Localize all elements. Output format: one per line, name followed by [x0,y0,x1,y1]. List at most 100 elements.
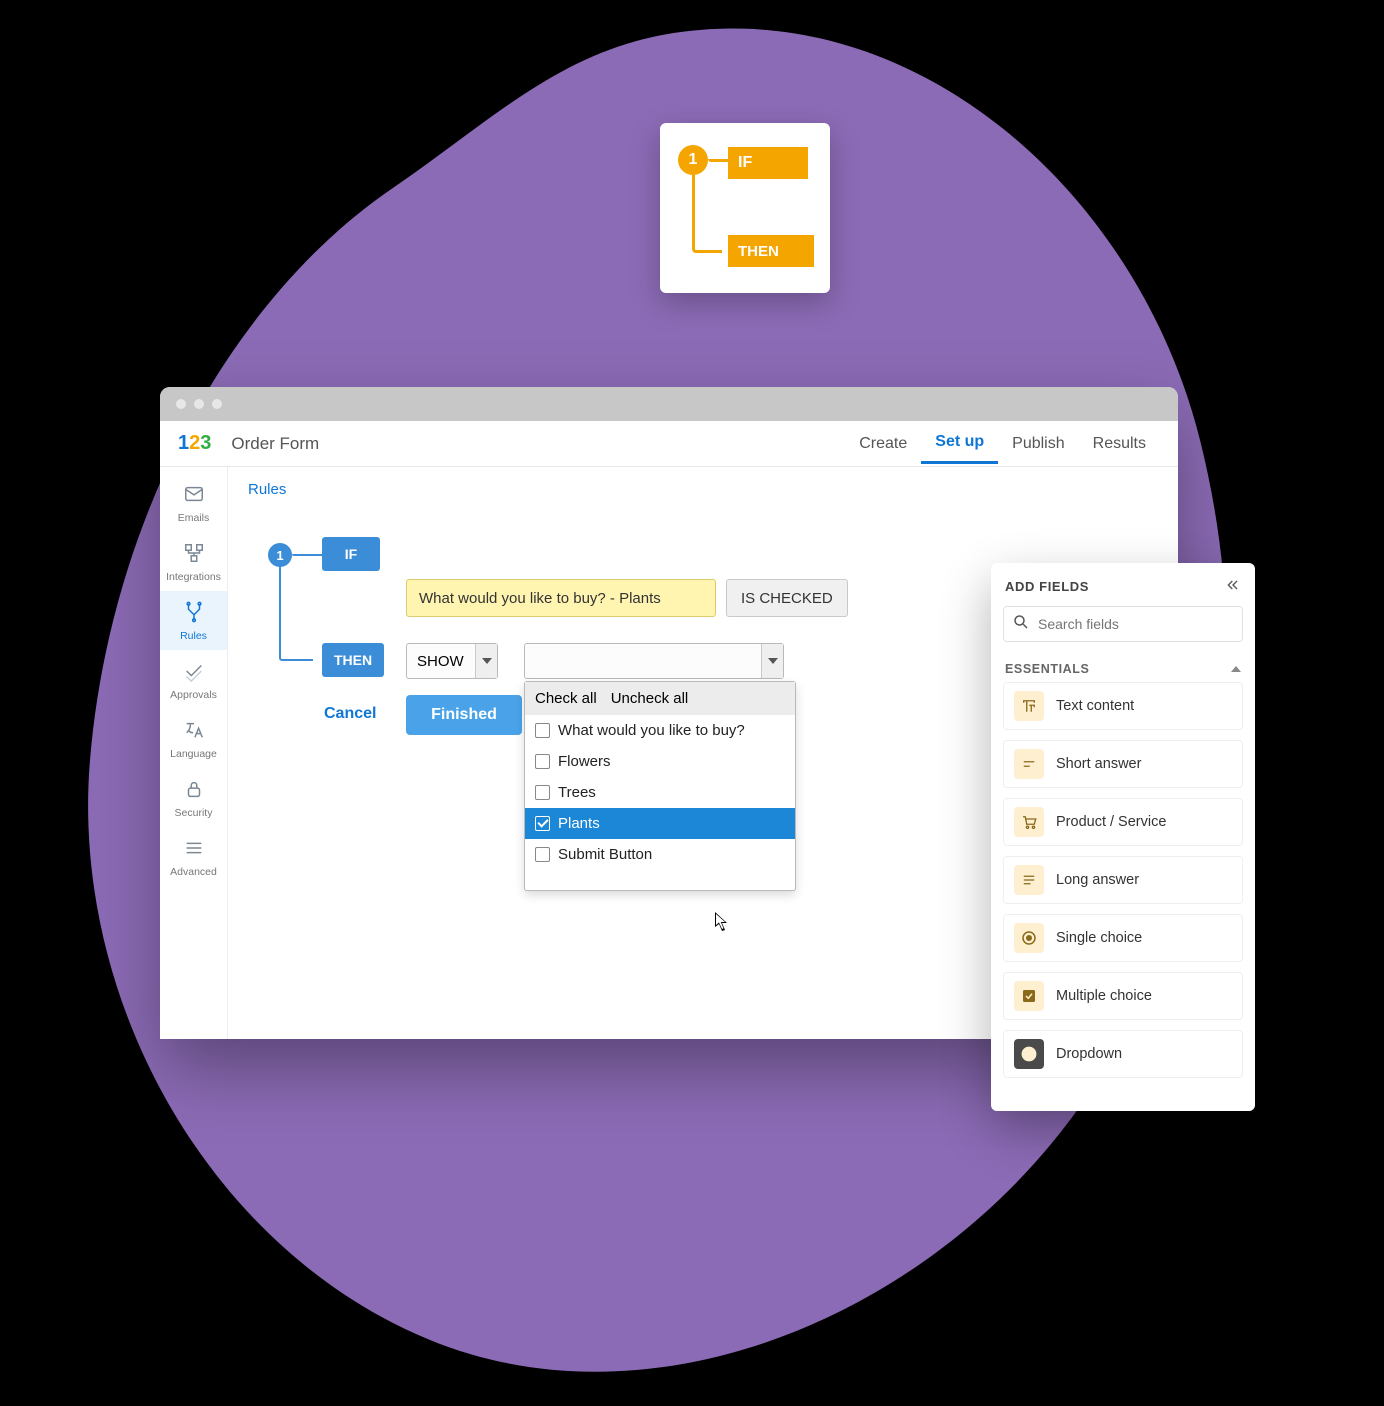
field-dropdown[interactable]: Dropdown [1003,1030,1243,1078]
target-select[interactable] [524,643,784,679]
sidebar-label: Language [170,748,217,760]
menu-icon [183,837,205,862]
checkbox-checked-icon[interactable] [535,816,550,831]
field-label: Dropdown [1056,1046,1122,1062]
sidebar-item-emails[interactable]: Emails [160,473,227,532]
dropdown-item-label: What would you like to buy? [558,722,745,739]
if-chip: IF [322,537,380,571]
checkbox-icon[interactable] [535,723,550,738]
chevron-up-icon[interactable] [1231,666,1241,672]
field-multiple-choice[interactable]: Multiple choice [1003,972,1243,1020]
cursor-icon [715,912,731,937]
field-label: Long answer [1056,872,1139,888]
sidebar-item-rules[interactable]: Rules [160,591,227,650]
search-input[interactable] [1038,616,1234,632]
logic-step-number: 1 [678,145,708,175]
tab-create[interactable]: Create [845,425,921,463]
action-value: SHOW [417,653,464,670]
sidebar-label: Approvals [170,689,217,701]
panel-title: ADD FIELDS [1005,579,1089,594]
sidebar-label: Integrations [166,571,221,583]
breadcrumb[interactable]: Rules [228,467,1178,512]
search-fields-input-wrapper[interactable] [1003,606,1243,642]
checkbox-icon[interactable] [535,785,550,800]
dropdown-icon [1014,1039,1044,1069]
condition-field[interactable]: What would you like to buy? - Plants [406,579,716,617]
caret-button[interactable] [475,644,497,678]
target-dropdown: Check all Uncheck all What would you lik… [524,681,796,891]
sidebar-item-security[interactable]: Security [160,768,227,827]
sidebar: Emails Integrations Rules Approvals Lang… [160,467,228,1039]
dropdown-item-label: Flowers [558,753,611,770]
field-label: Product / Service [1056,814,1166,830]
rule-number-badge: 1 [268,543,292,567]
window-dot [176,399,186,409]
then-chip: THEN [728,235,814,267]
checkbox-icon[interactable] [535,847,550,862]
mail-icon [183,483,205,508]
caret-down-icon [482,658,492,664]
field-product-service[interactable]: Product / Service [1003,798,1243,846]
sidebar-item-approvals[interactable]: Approvals [160,650,227,709]
tab-publish[interactable]: Publish [998,425,1078,463]
field-label: Single choice [1056,930,1142,946]
search-icon [1012,613,1030,636]
window-dot [212,399,222,409]
text-icon [1014,691,1044,721]
window-dot [194,399,204,409]
collapse-icon[interactable] [1225,577,1241,596]
field-long-answer[interactable]: Long answer [1003,856,1243,904]
checkbox-icon [1014,981,1044,1011]
dropdown-item[interactable]: What would you like to buy? [525,715,795,746]
field-label: Text content [1056,698,1134,714]
tab-setup[interactable]: Set up [921,423,998,464]
sidebar-label: Advanced [170,866,217,878]
radio-icon [1014,923,1044,953]
tab-results[interactable]: Results [1079,425,1160,463]
field-label: Multiple choice [1056,988,1152,1004]
dropdown-item[interactable]: Submit Button [525,839,795,870]
dropdown-item-label: Submit Button [558,846,652,863]
caret-down-icon [768,658,778,664]
sidebar-label: Emails [178,512,210,524]
checkbox-icon[interactable] [535,754,550,769]
if-chip: IF [728,147,808,179]
section-title: ESSENTIALS [1005,662,1090,676]
sidebar-item-advanced[interactable]: Advanced [160,827,227,886]
logic-card: 1 IF THEN [660,123,830,293]
dropdown-item[interactable]: Trees [525,777,795,808]
connector-line [292,554,322,556]
action-select[interactable]: SHOW [406,643,498,679]
top-nav: 123 Order Form Create Set up Publish Res… [160,421,1178,467]
condition-operator[interactable]: IS CHECKED [726,579,848,617]
branch-icon [183,601,205,626]
lock-icon [183,778,205,803]
window-titlebar [160,387,1178,421]
short-answer-icon [1014,749,1044,779]
uncheck-all-link[interactable]: Uncheck all [611,690,689,707]
dropdown-item-label: Trees [558,784,596,801]
field-single-choice[interactable]: Single choice [1003,914,1243,962]
dropdown-item-label: Plants [558,815,600,832]
check-icon [183,660,205,685]
sidebar-label: Rules [180,630,207,642]
caret-button[interactable] [761,644,783,678]
field-short-answer[interactable]: Short answer [1003,740,1243,788]
connector-line [692,175,722,253]
sidebar-item-language[interactable]: Language [160,709,227,768]
dropdown-toolbar: Check all Uncheck all [525,682,795,715]
field-text-content[interactable]: Text content [1003,682,1243,730]
sidebar-item-integrations[interactable]: Integrations [160,532,227,591]
cancel-button[interactable]: Cancel [324,705,376,723]
sidebar-label: Security [175,807,213,819]
finished-button[interactable]: Finished [406,695,522,735]
connector-line [279,567,313,661]
form-title: Order Form [231,434,319,454]
cart-icon [1014,807,1044,837]
integrations-icon [183,542,205,567]
dropdown-item[interactable]: Flowers [525,746,795,777]
add-fields-panel: ADD FIELDS ESSENTIALS Text content Short… [991,563,1255,1111]
logo-123: 123 [178,432,211,455]
dropdown-item-selected[interactable]: Plants [525,808,795,839]
check-all-link[interactable]: Check all [535,690,597,707]
